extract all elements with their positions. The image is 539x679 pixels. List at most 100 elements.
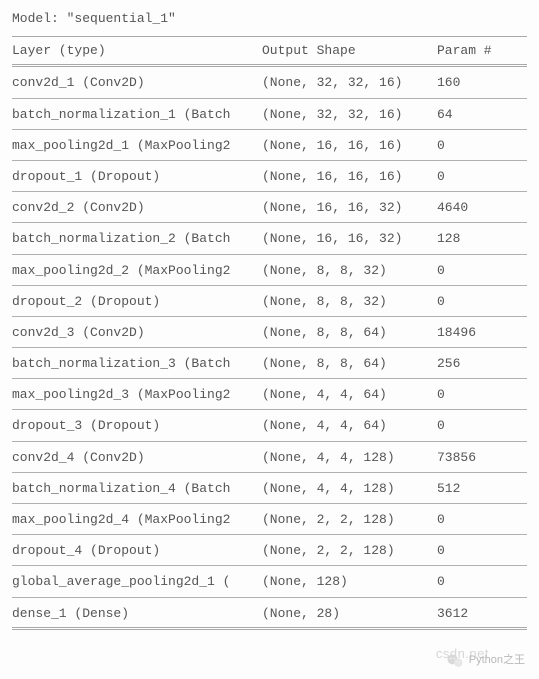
cell-param: 0 [437,293,527,311]
cell-layer: global_average_pooling2d_1 ( [12,573,262,591]
separator-row [12,409,527,410]
separator-row [12,565,527,566]
cell-output-shape: (None, 8, 8, 32) [262,293,437,311]
separator-row [12,378,527,379]
cell-layer: conv2d_2 (Conv2D) [12,199,262,217]
table-row: max_pooling2d_4 (MaxPooling2(None, 2, 2,… [12,510,527,530]
cell-output-shape: (None, 4, 4, 128) [262,449,437,467]
cell-param: 0 [437,137,527,155]
table-row: max_pooling2d_1 (MaxPooling2(None, 16, 1… [12,136,527,156]
cell-output-shape: (None, 8, 8, 64) [262,324,437,342]
cell-output-shape: (None, 28) [262,605,437,623]
cell-param: 0 [437,417,527,435]
cell-layer: conv2d_4 (Conv2D) [12,449,262,467]
cell-layer: max_pooling2d_4 (MaxPooling2 [12,511,262,529]
separator-row [12,597,527,598]
cell-param: 160 [437,74,527,92]
cell-param: 18496 [437,324,527,342]
header-output-shape: Output Shape [262,42,437,60]
wechat-label: Python之王 [469,653,525,668]
cell-layer: conv2d_1 (Conv2D) [12,74,262,92]
separator-row [12,129,527,130]
table-row: conv2d_2 (Conv2D)(None, 16, 16, 32)4640 [12,198,527,218]
separator-row [12,472,527,473]
table-row: dropout_4 (Dropout)(None, 2, 2, 128)0 [12,541,527,561]
cell-param: 0 [437,542,527,560]
table-row: global_average_pooling2d_1 ((None, 128)0 [12,572,527,592]
cell-param: 0 [437,262,527,280]
cell-param: 128 [437,230,527,248]
rows-container: conv2d_1 (Conv2D)(None, 32, 32, 16)160 ba… [12,73,527,629]
header-param: Param # [437,42,527,60]
cell-output-shape: (None, 16, 16, 16) [262,168,437,186]
table-row: conv2d_3 (Conv2D)(None, 8, 8, 64)18496 [12,323,527,343]
cell-output-shape: (None, 8, 8, 32) [262,262,437,280]
header-row: Layer (type) Output Shape Param # [12,41,527,61]
cell-layer: max_pooling2d_3 (MaxPooling2 [12,386,262,404]
separator-top [12,36,527,37]
cell-output-shape: (None, 128) [262,573,437,591]
separator-row [12,285,527,286]
header-layer: Layer (type) [12,42,262,60]
cell-output-shape: (None, 2, 2, 128) [262,542,437,560]
wechat-icon [445,651,465,671]
separator-row [12,534,527,535]
separator-row [12,347,527,348]
cell-layer: batch_normalization_4 (Batch [12,480,262,498]
table-row: max_pooling2d_3 (MaxPooling2(None, 4, 4,… [12,385,527,405]
cell-output-shape: (None, 4, 4, 128) [262,480,437,498]
table-row: conv2d_4 (Conv2D)(None, 4, 4, 128)73856 [12,448,527,468]
table-row: batch_normalization_1 (Batch(None, 32, 3… [12,105,527,125]
faint-watermark: csdn.net [436,645,489,663]
cell-layer: max_pooling2d_1 (MaxPooling2 [12,137,262,155]
cell-layer: max_pooling2d_2 (MaxPooling2 [12,262,262,280]
cell-output-shape: (None, 2, 2, 128) [262,511,437,529]
model-summary-page: Model: "sequential_1" Layer (type) Outpu… [0,0,539,679]
cell-param: 0 [437,386,527,404]
separator-row [12,98,527,99]
cell-layer: batch_normalization_2 (Batch [12,230,262,248]
table-row: dropout_2 (Dropout)(None, 8, 8, 32)0 [12,292,527,312]
cell-param: 64 [437,106,527,124]
cell-output-shape: (None, 4, 4, 64) [262,386,437,404]
separator-bottom [12,627,527,630]
separator-row [12,222,527,223]
cell-param: 0 [437,168,527,186]
cell-param: 4640 [437,199,527,217]
separator-row [12,503,527,504]
cell-layer: batch_normalization_3 (Batch [12,355,262,373]
cell-param: 73856 [437,449,527,467]
cell-layer: dropout_4 (Dropout) [12,542,262,560]
model-title: Model: "sequential_1" [12,10,527,34]
table-row: batch_normalization_3 (Batch(None, 8, 8,… [12,354,527,374]
cell-layer: conv2d_3 (Conv2D) [12,324,262,342]
cell-output-shape: (None, 16, 16, 32) [262,199,437,217]
cell-layer: dropout_2 (Dropout) [12,293,262,311]
table-row: conv2d_1 (Conv2D)(None, 32, 32, 16)160 [12,73,527,93]
cell-param: 256 [437,355,527,373]
cell-layer: dropout_3 (Dropout) [12,417,262,435]
table-row: dropout_1 (Dropout)(None, 16, 16, 16)0 [12,167,527,187]
separator-row [12,441,527,442]
table-row: batch_normalization_4 (Batch(None, 4, 4,… [12,479,527,499]
cell-output-shape: (None, 4, 4, 64) [262,417,437,435]
cell-param: 0 [437,511,527,529]
separator-row [12,316,527,317]
cell-output-shape: (None, 32, 32, 16) [262,74,437,92]
separator-row [12,191,527,192]
table-row: dropout_3 (Dropout)(None, 4, 4, 64)0 [12,416,527,436]
cell-layer: batch_normalization_1 (Batch [12,106,262,124]
separator-row [12,254,527,255]
table-row: dense_1 (Dense)(None, 28)3612 [12,604,527,624]
cell-layer: dropout_1 (Dropout) [12,168,262,186]
wechat-watermark: Python之王 [445,651,525,671]
cell-output-shape: (None, 32, 32, 16) [262,106,437,124]
cell-output-shape: (None, 8, 8, 64) [262,355,437,373]
table-row: max_pooling2d_2 (MaxPooling2(None, 8, 8,… [12,261,527,281]
cell-param: 0 [437,573,527,591]
cell-param: 512 [437,480,527,498]
separator-header [12,64,527,67]
cell-layer: dense_1 (Dense) [12,605,262,623]
table-row: batch_normalization_2 (Batch(None, 16, 1… [12,229,527,249]
cell-output-shape: (None, 16, 16, 16) [262,137,437,155]
